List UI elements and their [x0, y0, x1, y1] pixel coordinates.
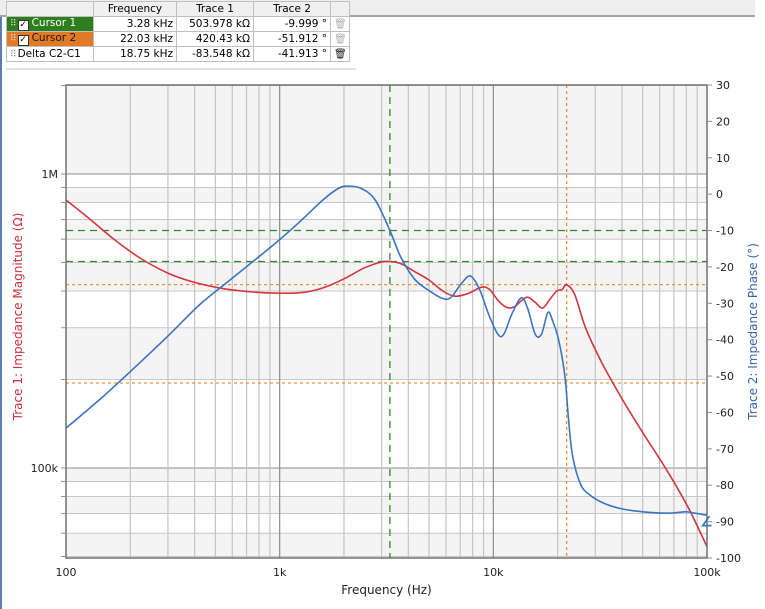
right-tick-label: -40 — [716, 334, 734, 347]
right-axis-title: Trace 2: Impedance Phase (°) — [746, 243, 760, 421]
grid-band — [66, 468, 707, 482]
right-tick-label: -30 — [716, 297, 734, 310]
left-tick-label: 1M — [42, 168, 59, 181]
x-axis-title: Frequency (Hz) — [341, 583, 432, 597]
grid-band — [66, 327, 707, 380]
grid-band — [66, 533, 707, 557]
x-tick-label: 10k — [483, 566, 504, 579]
left-tick-label: 100k — [31, 462, 59, 475]
impedance-chart[interactable]: 100 1k 10k 100k1M100k3020100-10-20-30-40-50… — [0, 0, 765, 609]
grid-band — [66, 496, 707, 514]
grid-band — [66, 187, 707, 203]
x-tick-label: 1k — [273, 566, 287, 579]
right-tick-label: -90 — [716, 516, 734, 529]
x-tick-label: 100k — [693, 566, 721, 579]
right-tick-label: -100 — [716, 552, 741, 565]
right-tick-label: -60 — [716, 406, 734, 419]
right-tick-label: -70 — [716, 443, 734, 456]
right-tick-label: -10 — [716, 225, 734, 238]
right-tick-label: 30 — [716, 79, 730, 92]
right-tick-label: 20 — [716, 115, 730, 128]
right-tick-label: -80 — [716, 479, 734, 492]
right-tick-label: 10 — [716, 152, 730, 165]
background-bands — [66, 85, 707, 558]
x-tick-label: 100 — [56, 566, 77, 579]
grid-band — [66, 85, 707, 174]
grid-band — [66, 262, 707, 291]
left-axis-title: Trace 1: Impedance Magnitude (Ω) — [11, 213, 25, 422]
right-tick-label: -20 — [716, 261, 734, 274]
right-tick-label: -50 — [716, 370, 734, 383]
right-tick-label: 0 — [716, 188, 723, 201]
phase-marker-icon[interactable]: ∠ — [700, 515, 713, 531]
